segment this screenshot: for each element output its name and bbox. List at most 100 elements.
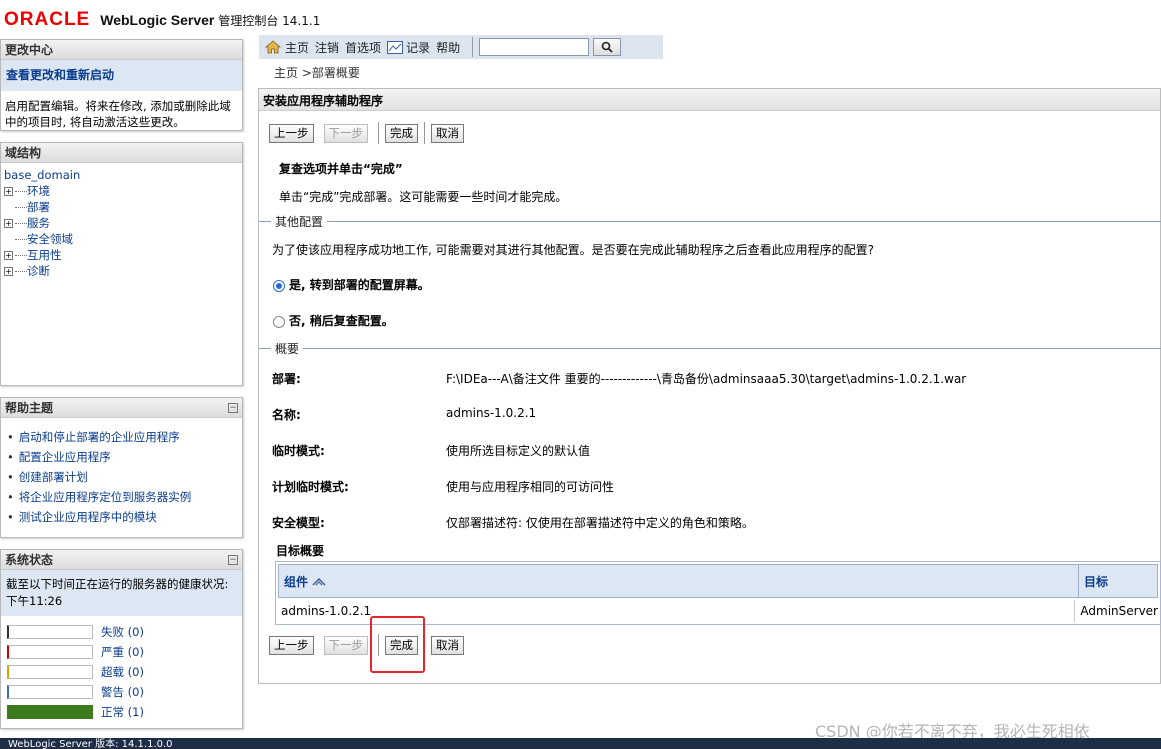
tree-node-environment[interactable]: + 环境: [4, 183, 239, 199]
toolbar-separator: [472, 37, 474, 57]
change-center-title: 更改中心: [1, 40, 242, 60]
back-button[interactable]: 上一步: [269, 123, 314, 143]
summary-label: 临时模式:: [272, 444, 325, 458]
summary-value: 使用与应用程序相同的可访问性: [446, 480, 615, 494]
button-bar-top: 上一步 下一步 完成 取消: [269, 122, 474, 144]
tree-node-services[interactable]: + 服务: [4, 215, 239, 231]
expand-icon[interactable]: +: [4, 266, 13, 276]
summary-value: 仅部署描述符: 仅使用在部署描述符中定义的角色和策略。: [446, 516, 754, 530]
tree-node-interoperability[interactable]: + 互用性: [4, 247, 239, 263]
help-link[interactable]: 帮助: [436, 39, 460, 56]
health-row-warning: 警告 (0): [1, 682, 242, 702]
logout-link[interactable]: 注销: [315, 39, 339, 56]
health-row-failed: 失败 (0): [1, 622, 242, 642]
minimize-icon[interactable]: −: [228, 554, 238, 565]
help-link[interactable]: 测试企业应用程序中的模块: [1, 507, 242, 527]
health-bar: [7, 645, 93, 659]
tree-connector: [15, 270, 27, 272]
highlight-annotation: [370, 616, 425, 673]
tree-node-security-realms[interactable]: 安全领域: [4, 231, 239, 247]
summary-label: 名称:: [272, 408, 301, 422]
system-status-panel: 系统状态 − 截至以下时间正在运行的服务器的健康状况: 下午11:26 失败 (0…: [0, 549, 243, 729]
other-config-question: 为了使该应用程序成功地工作, 可能需要对其进行其他配置。是否要在完成此辅助程序之…: [272, 243, 875, 257]
health-bar: [7, 705, 93, 719]
cancel-button[interactable]: 取消: [431, 123, 464, 143]
target-summary-title: 目标概要: [276, 544, 325, 558]
next-button[interactable]: 下一步: [323, 635, 368, 655]
search-input[interactable]: [479, 38, 590, 56]
button-separator: [424, 122, 425, 144]
change-center-panel: 更改中心 查看更改和重新启动 启用配置编辑。将来在修改, 添加或删除此域中的项目…: [0, 39, 243, 131]
product-subtitle: 管理控制台 14.1.1: [218, 13, 321, 28]
footer-version: WebLogic Server 版本: 14.1.1.0.0: [0, 738, 1161, 749]
minimize-icon[interactable]: −: [228, 402, 238, 413]
expand-icon[interactable]: +: [4, 218, 13, 228]
tree-node-deployments[interactable]: 部署: [4, 199, 239, 215]
radio-no-option[interactable]: 否, 稍后复查配置。: [273, 312, 394, 329]
tree-connector: [15, 222, 27, 224]
next-button[interactable]: 下一步: [323, 123, 368, 143]
health-bar: [7, 625, 93, 639]
sort-ascending-icon[interactable]: [312, 577, 326, 586]
home-link[interactable]: 主页: [285, 39, 309, 56]
health-list: 失败 (0) 严重 (0) 超载 (0) 警告 (0) 正常 (1): [1, 616, 242, 722]
top-toolbar: 主页 注销 首选项 记录 帮助: [259, 35, 663, 59]
health-row-critical: 严重 (0): [1, 642, 242, 662]
health-bar: [7, 665, 93, 679]
help-link[interactable]: 启动和停止部署的企业应用程序: [1, 427, 242, 447]
summary-legend: 概要: [259, 340, 1161, 357]
summary-value: admins-1.0.2.1: [446, 406, 537, 420]
expand-icon[interactable]: +: [4, 186, 13, 196]
help-link[interactable]: 配置企业应用程序: [1, 447, 242, 467]
home-icon[interactable]: [265, 40, 281, 54]
preferences-link[interactable]: 首选项: [345, 39, 381, 56]
record-link[interactable]: 记录: [406, 39, 430, 56]
review-text: 单击“完成”完成部署。这可能需要一些时间才能完成。: [279, 190, 568, 204]
column-header-component[interactable]: 组件: [279, 565, 1079, 597]
radio-yes[interactable]: [273, 279, 285, 292]
help-list: 启动和停止部署的企业应用程序 配置企业应用程序 创建部署计划 将企业应用程序定位…: [1, 418, 242, 527]
column-header-target[interactable]: 目标: [1079, 565, 1157, 597]
tree-connector: [15, 254, 27, 256]
health-row-ok: 正常 (1): [1, 702, 242, 722]
view-changes-link[interactable]: 查看更改和重新启动: [1, 60, 242, 91]
button-separator: [378, 122, 379, 144]
health-time-text: 截至以下时间正在运行的服务器的健康状况: 下午11:26: [1, 570, 242, 616]
summary-value: F:\IDEa---A\备注文件 重要的-------------\青岛备份\a…: [446, 372, 967, 386]
brand-name: ORACLE: [4, 9, 91, 30]
tree-connector: [15, 206, 27, 208]
tree-node-diagnostics[interactable]: + 诊断: [4, 263, 239, 279]
domain-structure-title: 域结构: [1, 143, 242, 163]
tree-connector: [15, 190, 27, 192]
record-icon[interactable]: [387, 40, 404, 54]
summary-label: 安全模型:: [272, 516, 325, 530]
review-title: 复查选项并单击“完成”: [279, 162, 403, 176]
summary-label: 计划临时模式:: [272, 480, 349, 494]
search-button[interactable]: [593, 38, 622, 56]
help-link[interactable]: 创建部署计划: [1, 467, 242, 487]
search-icon: [601, 41, 613, 53]
change-center-text: 启用配置编辑。将来在修改, 添加或删除此域中的项目时, 将自动激活这些更改。: [5, 99, 231, 129]
back-button[interactable]: 上一步: [269, 635, 314, 655]
other-config-legend: 其他配置: [259, 213, 1161, 230]
table-header: 组件 目标: [278, 564, 1158, 598]
domain-tree: base_domain + 环境 部署 + 服务 安全领域 + 互用性 + 诊断: [1, 163, 242, 283]
tree-root-base-domain[interactable]: base_domain: [4, 167, 239, 183]
radio-yes-option[interactable]: 是, 转到部署的配置屏幕。: [273, 276, 430, 293]
breadcrumb[interactable]: 主页 >部署概要: [274, 64, 360, 81]
system-status-title: 系统状态 −: [1, 550, 242, 570]
health-row-overloaded: 超载 (0): [1, 662, 242, 682]
summary-value: 使用所选目标定义的默认值: [446, 444, 591, 458]
help-link[interactable]: 将企业应用程序定位到服务器实例: [1, 487, 242, 507]
assistant-title: 安装应用程序辅助程序: [259, 89, 1160, 111]
product-name: WebLogic Server: [100, 12, 215, 28]
health-bar: [7, 685, 93, 699]
oracle-logo: ORACLE WebLogic Server 管理控制台 14.1.1: [4, 9, 320, 31]
radio-no[interactable]: [273, 315, 285, 328]
expand-icon[interactable]: +: [4, 250, 13, 260]
tree-connector: [15, 238, 27, 240]
cancel-button[interactable]: 取消: [431, 635, 464, 655]
help-topics-panel: 帮助主题− 启动和停止部署的企业应用程序 配置企业应用程序 创建部署计划 将企业…: [0, 397, 243, 538]
cell-target: AdminServer: [1080, 604, 1158, 618]
finish-button[interactable]: 完成: [385, 123, 418, 143]
